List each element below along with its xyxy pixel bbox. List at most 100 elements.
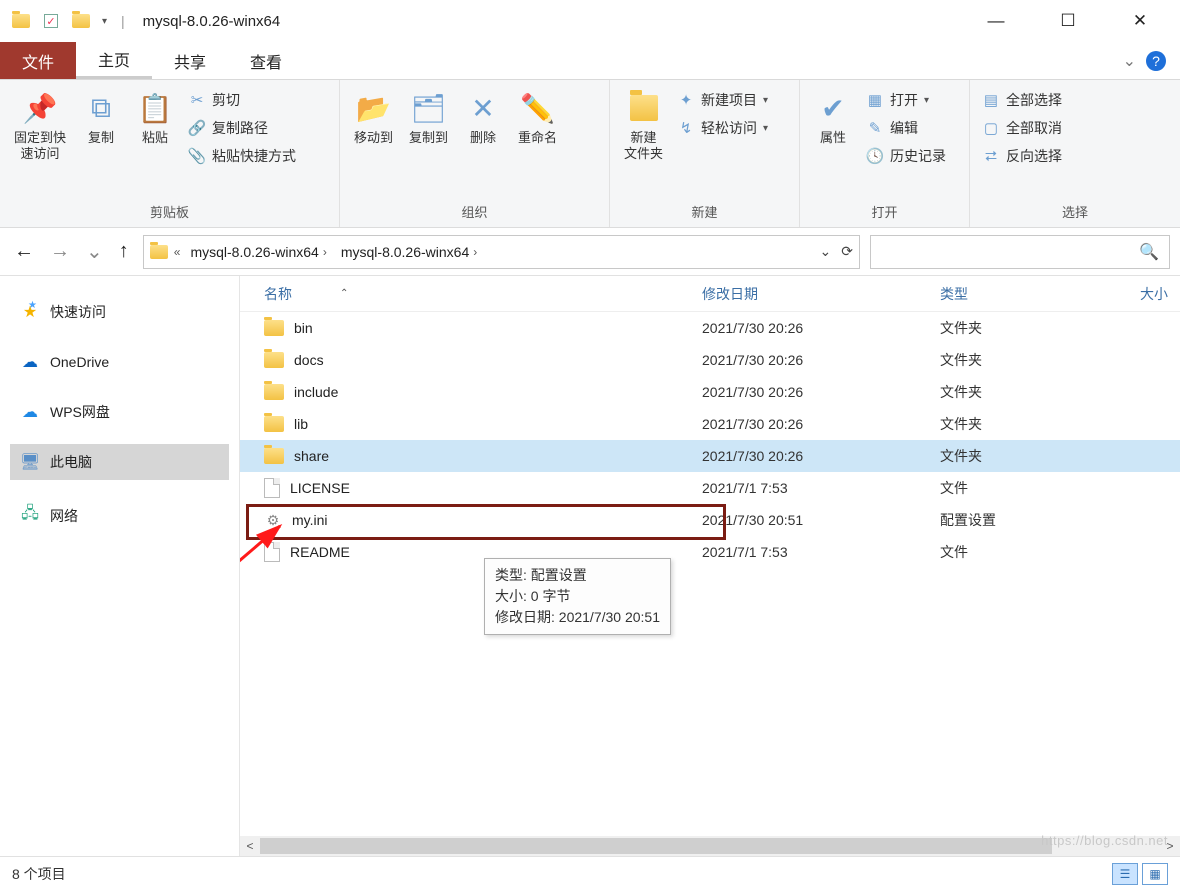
file-name: README	[290, 544, 350, 560]
copy-button[interactable]: ⧉ 复制	[76, 86, 126, 150]
paste-button[interactable]: 📋 粘贴	[130, 86, 180, 150]
tab-file[interactable]: 文件	[0, 42, 76, 79]
search-input[interactable]: 🔍	[870, 235, 1170, 269]
up-button[interactable]: ↑	[115, 236, 133, 267]
file-row[interactable]: LICENSE2021/7/1 7:53文件	[240, 472, 1180, 504]
file-name: bin	[294, 320, 313, 336]
col-date-header[interactable]: 修改日期	[702, 284, 940, 304]
help-icon[interactable]: ?	[1146, 51, 1166, 71]
file-row[interactable]: bin2021/7/30 20:26文件夹	[240, 312, 1180, 344]
col-size-header[interactable]: 大小	[1140, 284, 1180, 304]
file-name: my.ini	[292, 512, 328, 528]
cloud-icon: ☁	[20, 402, 40, 422]
copy-to-button[interactable]: 🗂复制到	[403, 86, 454, 150]
easy-access-button[interactable]: ↯轻松访问 ▾	[673, 116, 772, 140]
file-row[interactable]: README2021/7/1 7:53文件	[240, 536, 1180, 568]
file-date: 2021/7/1 7:53	[702, 544, 940, 560]
selectnone-icon: ▢	[982, 119, 1000, 137]
back-button[interactable]: ←	[10, 236, 38, 267]
address-dropdown-icon[interactable]: ⌄	[820, 243, 832, 260]
chevron-down-icon: ▾	[924, 95, 929, 106]
rename-icon: ✏️	[520, 90, 556, 126]
delete-button[interactable]: ✕删除	[458, 86, 508, 150]
checkbox-icon[interactable]: ✓	[42, 12, 60, 30]
selectall-icon: ▤	[982, 91, 1000, 109]
file-date: 2021/7/30 20:26	[702, 320, 940, 336]
refresh-icon[interactable]: ⟳	[841, 243, 853, 260]
scroll-left-icon[interactable]: <	[240, 836, 260, 856]
file-row[interactable]: docs2021/7/30 20:26文件夹	[240, 344, 1180, 376]
file-type: 文件	[940, 478, 1140, 498]
copy-icon: ⧉	[83, 90, 119, 126]
folder-icon	[626, 90, 662, 126]
search-icon: 🔍	[1139, 242, 1159, 262]
breadcrumb-item[interactable]: mysql-8.0.26-winx64›	[186, 244, 330, 260]
group-label: 选择	[978, 198, 1172, 227]
close-button[interactable]: ✕	[1120, 7, 1160, 35]
history-button[interactable]: 🕓历史记录	[862, 144, 950, 168]
paste-shortcut-button[interactable]: 📎粘贴快捷方式	[184, 144, 300, 168]
horizontal-scrollbar[interactable]: < >	[240, 836, 1180, 856]
folder-icon	[264, 384, 284, 400]
col-name-header[interactable]: 名称	[264, 284, 292, 304]
folder-icon	[264, 352, 284, 368]
breadcrumb-item[interactable]: mysql-8.0.26-winx64›	[337, 244, 481, 260]
tab-share[interactable]: 共享	[152, 42, 228, 79]
window-title: mysql-8.0.26-winx64	[143, 13, 281, 30]
sidebar-item-onedrive[interactable]: ☁OneDrive	[10, 344, 229, 380]
collapse-ribbon-icon[interactable]: ⌄	[1123, 51, 1136, 71]
col-type-header[interactable]: 类型	[940, 284, 1140, 304]
status-bar: 8 个项目 ☰ ▦	[0, 856, 1180, 890]
group-label: 新建	[618, 198, 791, 227]
file-row[interactable]: ⚙my.ini2021/7/30 20:51配置设置	[240, 504, 1180, 536]
cloud-icon: ☁	[20, 352, 40, 372]
properties-button[interactable]: ✔属性	[808, 86, 858, 150]
qat-dropdown-icon[interactable]: ▾	[102, 16, 107, 27]
open-button[interactable]: ▦打开 ▾	[862, 88, 950, 112]
file-name: docs	[294, 352, 324, 368]
details-view-button[interactable]: ☰	[1112, 863, 1138, 885]
select-all-button[interactable]: ▤全部选择	[978, 88, 1066, 112]
new-item-button[interactable]: ✦新建项目 ▾	[673, 88, 772, 112]
copy-path-button[interactable]: 🔗复制路径	[184, 116, 300, 140]
scissors-icon: ✂	[188, 91, 206, 109]
minimize-button[interactable]: —	[976, 7, 1016, 35]
newitem-icon: ✦	[677, 91, 695, 109]
rename-button[interactable]: ✏️重命名	[512, 86, 563, 150]
address-bar[interactable]: « mysql-8.0.26-winx64› mysql-8.0.26-winx…	[143, 235, 860, 269]
file-row[interactable]: include2021/7/30 20:26文件夹	[240, 376, 1180, 408]
ribbon-group-organize: 📂移动到 🗂复制到 ✕删除 ✏️重命名 组织	[340, 80, 610, 227]
sidebar-item-wps[interactable]: ☁WPS网盘	[10, 394, 229, 430]
tab-view[interactable]: 查看	[228, 42, 304, 79]
pin-icon: 📌	[22, 90, 58, 126]
new-folder-button[interactable]: 新建 文件夹	[618, 86, 669, 165]
invert-selection-button[interactable]: ⮂反向选择	[978, 144, 1066, 168]
thumbnails-view-button[interactable]: ▦	[1142, 863, 1168, 885]
pc-icon: 🖥	[20, 452, 40, 472]
file-row[interactable]: share2021/7/30 20:26文件夹	[240, 440, 1180, 472]
navbar: ← → ⌄ ↑ « mysql-8.0.26-winx64› mysql-8.0…	[0, 228, 1180, 276]
folder-icon[interactable]	[12, 12, 30, 30]
sidebar-item-thispc[interactable]: 🖥此电脑	[10, 444, 229, 480]
ribbon-group-clipboard: 📌 固定到快 速访问 ⧉ 复制 📋 粘贴 ✂剪切 🔗复制路径 📎粘贴快捷方式 剪…	[0, 80, 340, 227]
maximize-button[interactable]: ☐	[1048, 7, 1088, 35]
move-to-button[interactable]: 📂移动到	[348, 86, 399, 150]
folder-icon	[150, 245, 168, 259]
edit-button[interactable]: ✎编辑	[862, 116, 950, 140]
pin-to-quickaccess-button[interactable]: 📌 固定到快 速访问	[8, 86, 72, 165]
tab-home[interactable]: 主页	[76, 42, 152, 79]
folder-icon[interactable]	[72, 12, 90, 30]
file-icon	[264, 542, 280, 562]
select-none-button[interactable]: ▢全部取消	[978, 116, 1066, 140]
chevron-right-icon: ›	[323, 245, 327, 259]
cut-button[interactable]: ✂剪切	[184, 88, 300, 112]
file-row[interactable]: lib2021/7/30 20:26文件夹	[240, 408, 1180, 440]
sidebar-item-network[interactable]: 🖧网络	[10, 494, 229, 537]
ribbon-tabs: 文件 主页 共享 查看 ⌄ ?	[0, 42, 1180, 80]
group-label: 组织	[348, 198, 601, 227]
forward-button[interactable]: →	[46, 236, 74, 267]
recent-locations-button[interactable]: ⌄	[82, 235, 107, 268]
sidebar-item-quickaccess[interactable]: ★快速访问	[10, 294, 229, 330]
edit-icon: ✎	[866, 119, 884, 137]
ribbon: 📌 固定到快 速访问 ⧉ 复制 📋 粘贴 ✂剪切 🔗复制路径 📎粘贴快捷方式 剪…	[0, 80, 1180, 228]
